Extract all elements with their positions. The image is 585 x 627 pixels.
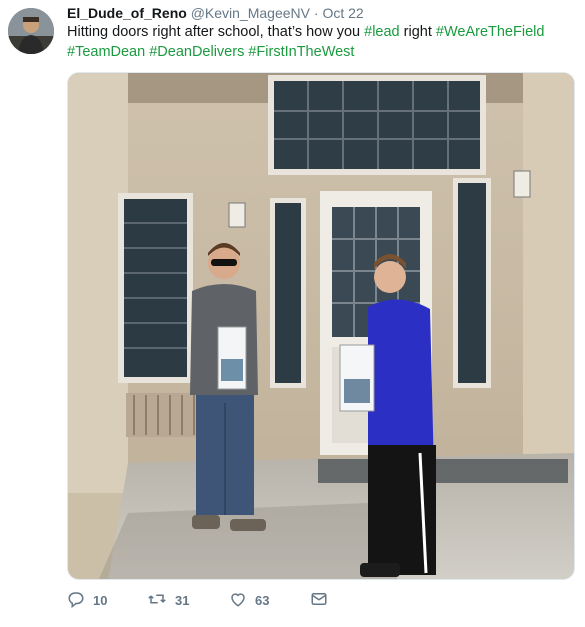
tweet-header: El_Dude_of_Reno @Kevin_MageeNV · Oct 22 <box>67 4 364 22</box>
hashtag-deandelivers[interactable]: #DeanDelivers <box>149 44 244 60</box>
tweet-text: Hitting doors right after school, that’s… <box>67 22 572 62</box>
tweet-text-mid: right <box>399 24 436 40</box>
separator-dot: · <box>313 5 319 21</box>
tweet-photo[interactable] <box>67 72 575 580</box>
like-icon <box>229 590 255 611</box>
like-count: 63 <box>255 592 270 608</box>
tweet-text-prefix: Hitting doors right after school, that’s… <box>67 24 365 40</box>
hashtag-wearethefield[interactable]: #WeAreTheField <box>436 24 545 40</box>
reply-button[interactable]: 10 <box>67 588 107 612</box>
photo-illustration <box>68 73 574 579</box>
hashtag-lead[interactable]: #lead <box>364 24 399 40</box>
tweet-actions: 10 31 63 <box>67 588 367 612</box>
retweet-icon <box>147 590 175 611</box>
reply-icon <box>67 590 93 611</box>
display-name[interactable]: El_Dude_of_Reno <box>67 5 187 21</box>
retweet-button[interactable]: 31 <box>147 588 189 612</box>
tweet-timestamp[interactable]: Oct 22 <box>322 5 363 21</box>
direct-message-button[interactable] <box>310 588 336 612</box>
avatar[interactable] <box>8 8 54 54</box>
hashtag-firstinthewest[interactable]: #FirstInTheWest <box>248 44 354 60</box>
tweet-card[interactable]: El_Dude_of_Reno @Kevin_MageeNV · Oct 22 … <box>0 0 585 627</box>
hashtag-teamdean[interactable]: #TeamDean <box>67 44 145 60</box>
like-button[interactable]: 63 <box>229 588 269 612</box>
reply-count: 10 <box>93 592 108 608</box>
user-handle[interactable]: @Kevin_MageeNV <box>191 5 310 21</box>
retweet-count: 31 <box>175 592 190 608</box>
direct-message-icon <box>310 590 336 611</box>
